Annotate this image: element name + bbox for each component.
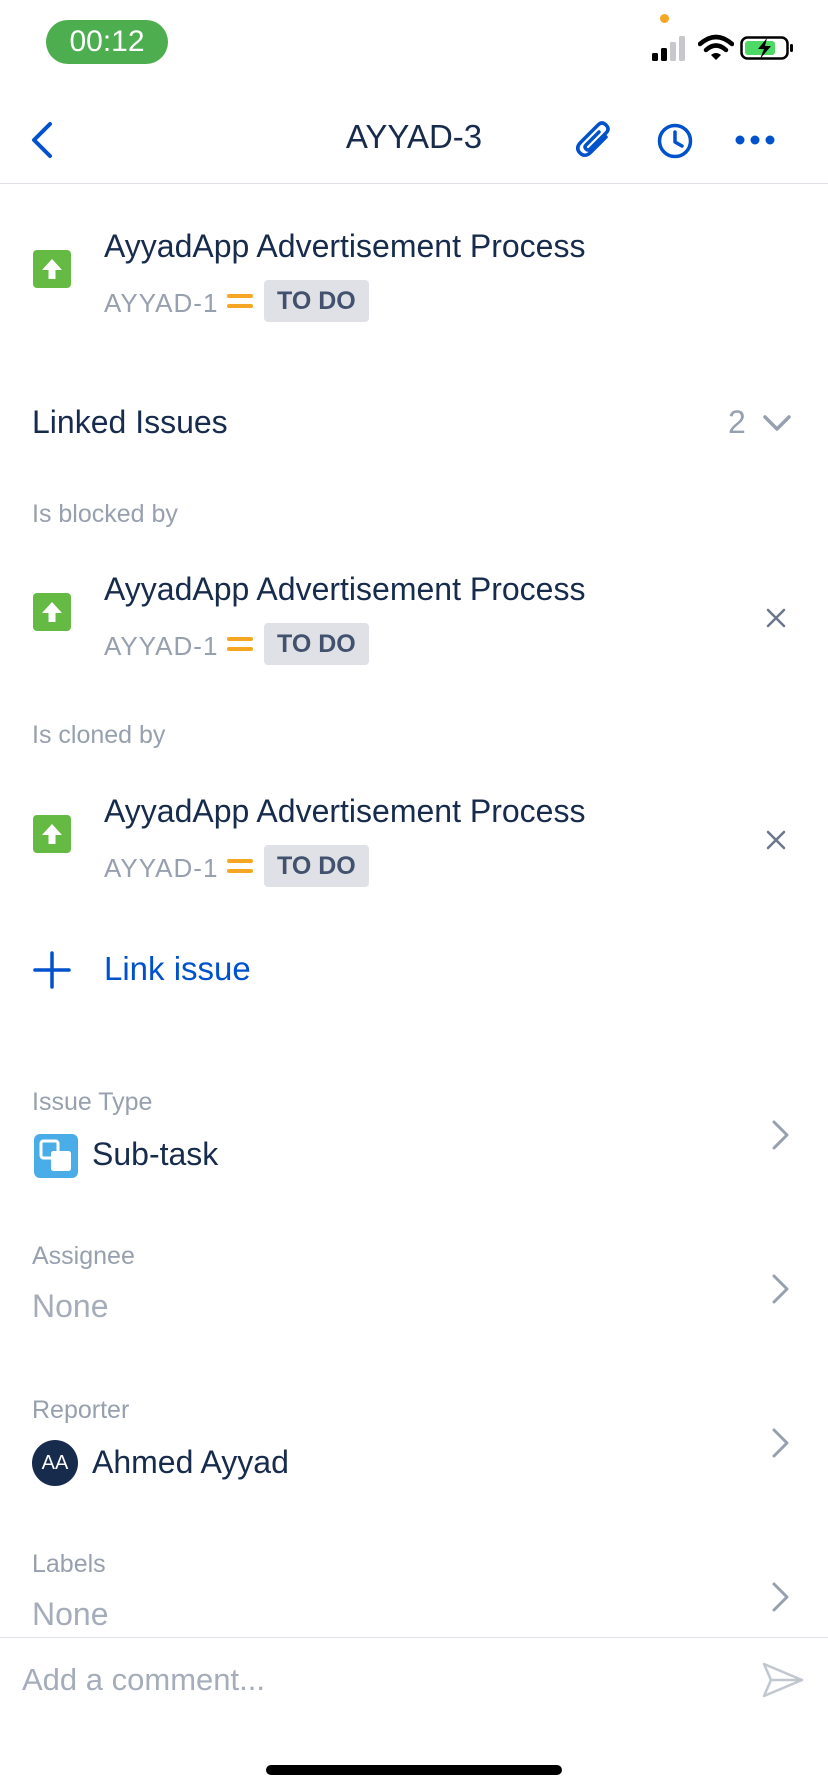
labels-label: Labels [32,1550,106,1578]
reporter-value: Ahmed Ayyad [92,1444,289,1480]
linked-issue-title: AyyadApp Advertisement Process [104,793,586,829]
linked-issue-key: AYYAD-1 [104,853,219,883]
issue-type-label: Issue Type [32,1088,153,1116]
battery-charging-icon [740,36,793,60]
history-icon[interactable] [656,122,694,160]
chevron-right-icon [772,1582,789,1612]
priority-medium-icon [227,291,253,311]
labels-value: None [32,1596,109,1632]
comment-divider [0,1637,828,1638]
home-indicator [266,1765,562,1775]
close-icon[interactable] [764,606,788,630]
send-icon[interactable] [760,1660,806,1700]
story-icon [33,593,71,631]
linked-issue-row[interactable]: AyyadApp Advertisement Process AYYAD-1 T… [0,785,740,895]
priority-medium-icon [227,634,253,654]
attachment-icon[interactable] [576,120,614,162]
reporter-label: Reporter [32,1396,130,1424]
chevron-right-icon [772,1120,789,1150]
privacy-indicator-dot [660,14,669,23]
status-lozenge: TO DO [264,280,369,322]
status-time: 00:12 [46,20,168,64]
link-issue-button[interactable]: Link issue [0,940,420,1000]
linked-issues-count: 2 [728,404,746,440]
page-title: AYYAD-3 [345,118,483,155]
more-icon[interactable] [734,134,776,146]
plus-icon [33,951,71,989]
parent-issue-title: AyyadApp Advertisement Process [104,228,586,264]
wifi-icon [698,34,734,60]
issue-type-value: Sub-task [92,1136,219,1172]
chevron-down-icon [763,415,791,431]
cellular-signal-icon [652,36,685,61]
parent-issue-row[interactable]: AyyadApp Advertisement Process AYYAD-1 T… [0,220,828,330]
linked-issues-toggle[interactable]: 2 [700,400,800,446]
linked-issue-row[interactable]: AyyadApp Advertisement Process AYYAD-1 T… [0,563,740,673]
assignee-value: None [32,1288,109,1324]
header-divider [0,183,828,184]
status-lozenge: TO DO [264,623,369,665]
assignee-field[interactable]: Assignee None [0,1234,828,1344]
issue-type-field[interactable]: Issue Type Sub-task [0,1080,828,1190]
link-issue-label: Link issue [104,950,251,987]
priority-medium-icon [227,856,253,876]
comment-input[interactable] [22,1650,722,1710]
labels-field[interactable]: Labels None [0,1542,828,1637]
parent-issue-key: AYYAD-1 [104,288,219,318]
assignee-label: Assignee [32,1242,135,1270]
story-icon [33,815,71,853]
linked-issue-title: AyyadApp Advertisement Process [104,571,586,607]
subtask-icon [34,1134,78,1178]
link-type-label: Is cloned by [32,721,166,749]
chevron-right-icon [772,1274,789,1304]
reporter-field[interactable]: Reporter AA Ahmed Ayyad [0,1388,828,1498]
chevron-right-icon [772,1428,789,1458]
story-icon [33,250,71,288]
linked-issue-key: AYYAD-1 [104,631,219,661]
status-lozenge: TO DO [264,845,369,887]
linked-issues-title: Linked Issues [32,404,228,440]
close-icon[interactable] [764,828,788,852]
avatar: AA [32,1440,78,1486]
link-type-label: Is blocked by [32,500,178,528]
